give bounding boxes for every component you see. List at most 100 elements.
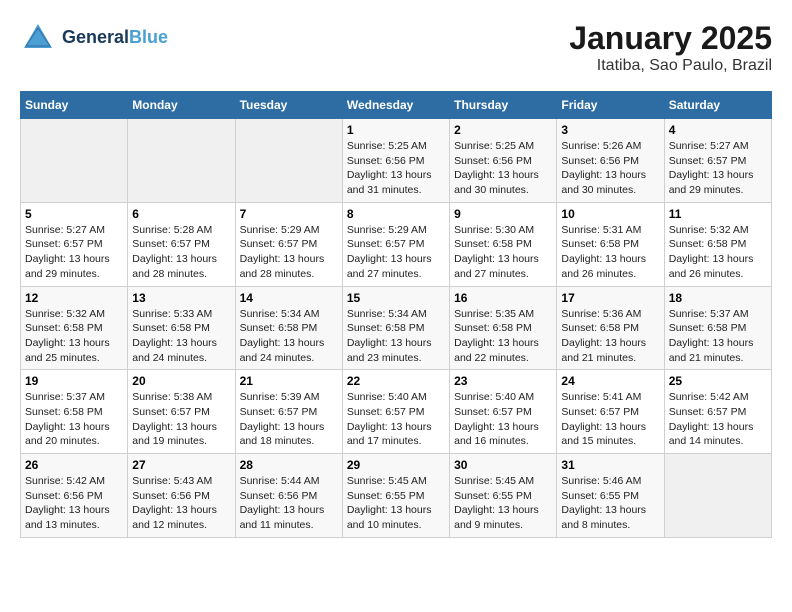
logo-icon	[20, 20, 56, 56]
day-cell: 7 Sunrise: 5:29 AM Sunset: 6:57 PM Daylig…	[235, 202, 342, 286]
weekday-header-wednesday: Wednesday	[342, 92, 449, 119]
weekday-header-thursday: Thursday	[450, 92, 557, 119]
day-cell: 22Sunrise: 5:40 AM Sunset: 6:57 PM Dayli…	[342, 370, 449, 454]
day-cell: 23 Sunrise: 5:40 AM Sunset: 6:57 PM Dayli…	[450, 370, 557, 454]
day-info: Sunrise: 5:37 AM Sunset: 6:58 PM Dayligh…	[25, 390, 123, 449]
day-number: 12	[25, 291, 123, 305]
day-number: 31	[561, 458, 659, 472]
day-number: 6	[132, 207, 230, 221]
day-number: 5	[25, 207, 123, 221]
day-number: 8	[347, 207, 445, 221]
day-number: 25	[669, 374, 767, 388]
day-number: 1	[347, 123, 445, 137]
day-info: Sunrise: 5:25 AM Sunset: 6:56 PM Dayligh…	[454, 139, 552, 198]
calendar-subtitle: Itatiba, Sao Paulo, Brazil	[569, 57, 772, 75]
title-block: January 2025 Itatiba, Sao Paulo, Brazil	[569, 20, 772, 75]
day-number: 10	[561, 207, 659, 221]
weekday-header-tuesday: Tuesday	[235, 92, 342, 119]
day-cell	[128, 119, 235, 203]
weekday-header-row: SundayMondayTuesdayWednesdayThursdayFrid…	[21, 92, 772, 119]
day-number: 9	[454, 207, 552, 221]
day-number: 13	[132, 291, 230, 305]
day-info: Sunrise: 5:42 AM Sunset: 6:57 PM Dayligh…	[669, 390, 767, 449]
day-info: Sunrise: 5:44 AM Sunset: 6:56 PM Dayligh…	[240, 474, 338, 533]
day-number: 11	[669, 207, 767, 221]
day-info: Sunrise: 5:40 AM Sunset: 6:57 PM Dayligh…	[454, 390, 552, 449]
day-number: 18	[669, 291, 767, 305]
day-cell	[235, 119, 342, 203]
day-info: Sunrise: 5:33 AM Sunset: 6:58 PM Dayligh…	[132, 307, 230, 366]
day-info: Sunrise: 5:27 AM Sunset: 6:57 PM Dayligh…	[669, 139, 767, 198]
day-info: Sunrise: 5:31 AM Sunset: 6:58 PM Dayligh…	[561, 223, 659, 282]
day-info: Sunrise: 5:35 AM Sunset: 6:58 PM Dayligh…	[454, 307, 552, 366]
weekday-header-saturday: Saturday	[664, 92, 771, 119]
day-cell: 28 Sunrise: 5:44 AM Sunset: 6:56 PM Dayli…	[235, 454, 342, 538]
day-cell	[21, 119, 128, 203]
day-cell: 25 Sunrise: 5:42 AM Sunset: 6:57 PM Dayli…	[664, 370, 771, 454]
logo-text: GeneralBlue	[62, 28, 168, 48]
day-number: 27	[132, 458, 230, 472]
day-cell: 30 Sunrise: 5:45 AM Sunset: 6:55 PM Dayli…	[450, 454, 557, 538]
week-row-4: 19 Sunrise: 5:37 AM Sunset: 6:58 PM Dayli…	[21, 370, 772, 454]
day-info: Sunrise: 5:25 AM Sunset: 6:56 PM Dayligh…	[347, 139, 445, 198]
day-number: 2	[454, 123, 552, 137]
day-number: 17	[561, 291, 659, 305]
day-cell	[664, 454, 771, 538]
day-cell: 11 Sunrise: 5:32 AM Sunset: 6:58 PM Dayli…	[664, 202, 771, 286]
day-cell: 5 Sunrise: 5:27 AM Sunset: 6:57 PM Daylig…	[21, 202, 128, 286]
day-info: Sunrise: 5:36 AM Sunset: 6:58 PM Dayligh…	[561, 307, 659, 366]
day-cell: 1 Sunrise: 5:25 AM Sunset: 6:56 PM Daylig…	[342, 119, 449, 203]
week-row-5: 26 Sunrise: 5:42 AM Sunset: 6:56 PM Dayli…	[21, 454, 772, 538]
weekday-header-friday: Friday	[557, 92, 664, 119]
week-row-1: 1 Sunrise: 5:25 AM Sunset: 6:56 PM Daylig…	[21, 119, 772, 203]
day-cell: 31 Sunrise: 5:46 AM Sunset: 6:55 PM Dayli…	[557, 454, 664, 538]
page-header: GeneralBlue January 2025 Itatiba, Sao Pa…	[20, 20, 772, 75]
day-info: Sunrise: 5:45 AM Sunset: 6:55 PM Dayligh…	[454, 474, 552, 533]
day-cell: 10 Sunrise: 5:31 AM Sunset: 6:58 PM Dayli…	[557, 202, 664, 286]
day-number: 24	[561, 374, 659, 388]
day-cell: 29Sunrise: 5:45 AM Sunset: 6:55 PM Dayli…	[342, 454, 449, 538]
day-cell: 16 Sunrise: 5:35 AM Sunset: 6:58 PM Dayli…	[450, 286, 557, 370]
weekday-header-monday: Monday	[128, 92, 235, 119]
day-info: Sunrise: 5:45 AM Sunset: 6:55 PM Dayligh…	[347, 474, 445, 533]
day-info: Sunrise: 5:27 AM Sunset: 6:57 PM Dayligh…	[25, 223, 123, 282]
day-number: 26	[25, 458, 123, 472]
day-number: 19	[25, 374, 123, 388]
day-info: Sunrise: 5:26 AM Sunset: 6:56 PM Dayligh…	[561, 139, 659, 198]
day-info: Sunrise: 5:34 AM Sunset: 6:58 PM Dayligh…	[347, 307, 445, 366]
day-cell: 21Sunrise: 5:39 AM Sunset: 6:57 PM Dayli…	[235, 370, 342, 454]
day-info: Sunrise: 5:29 AM Sunset: 6:57 PM Dayligh…	[347, 223, 445, 282]
day-cell: 26 Sunrise: 5:42 AM Sunset: 6:56 PM Dayli…	[21, 454, 128, 538]
calendar-table: SundayMondayTuesdayWednesdayThursdayFrid…	[20, 91, 772, 538]
day-number: 15	[347, 291, 445, 305]
day-info: Sunrise: 5:32 AM Sunset: 6:58 PM Dayligh…	[669, 223, 767, 282]
day-number: 16	[454, 291, 552, 305]
day-cell: 24 Sunrise: 5:41 AM Sunset: 6:57 PM Dayli…	[557, 370, 664, 454]
day-cell: 8 Sunrise: 5:29 AM Sunset: 6:57 PM Daylig…	[342, 202, 449, 286]
day-info: Sunrise: 5:30 AM Sunset: 6:58 PM Dayligh…	[454, 223, 552, 282]
day-info: Sunrise: 5:28 AM Sunset: 6:57 PM Dayligh…	[132, 223, 230, 282]
day-number: 23	[454, 374, 552, 388]
day-info: Sunrise: 5:42 AM Sunset: 6:56 PM Dayligh…	[25, 474, 123, 533]
day-cell: 9 Sunrise: 5:30 AM Sunset: 6:58 PM Daylig…	[450, 202, 557, 286]
day-info: Sunrise: 5:41 AM Sunset: 6:57 PM Dayligh…	[561, 390, 659, 449]
day-cell: 17 Sunrise: 5:36 AM Sunset: 6:58 PM Dayli…	[557, 286, 664, 370]
day-cell: 14Sunrise: 5:34 AM Sunset: 6:58 PM Dayli…	[235, 286, 342, 370]
day-info: Sunrise: 5:29 AM Sunset: 6:57 PM Dayligh…	[240, 223, 338, 282]
day-cell: 3Sunrise: 5:26 AM Sunset: 6:56 PM Daylig…	[557, 119, 664, 203]
day-info: Sunrise: 5:46 AM Sunset: 6:55 PM Dayligh…	[561, 474, 659, 533]
day-info: Sunrise: 5:43 AM Sunset: 6:56 PM Dayligh…	[132, 474, 230, 533]
day-number: 7	[240, 207, 338, 221]
day-cell: 12Sunrise: 5:32 AM Sunset: 6:58 PM Dayli…	[21, 286, 128, 370]
day-cell: 13 Sunrise: 5:33 AM Sunset: 6:58 PM Dayli…	[128, 286, 235, 370]
day-number: 30	[454, 458, 552, 472]
day-cell: 4Sunrise: 5:27 AM Sunset: 6:57 PM Daylig…	[664, 119, 771, 203]
day-number: 22	[347, 374, 445, 388]
day-info: Sunrise: 5:34 AM Sunset: 6:58 PM Dayligh…	[240, 307, 338, 366]
day-cell: 2 Sunrise: 5:25 AM Sunset: 6:56 PM Daylig…	[450, 119, 557, 203]
day-cell: 19 Sunrise: 5:37 AM Sunset: 6:58 PM Dayli…	[21, 370, 128, 454]
weekday-header-sunday: Sunday	[21, 92, 128, 119]
logo: GeneralBlue	[20, 20, 168, 56]
day-number: 28	[240, 458, 338, 472]
day-number: 21	[240, 374, 338, 388]
